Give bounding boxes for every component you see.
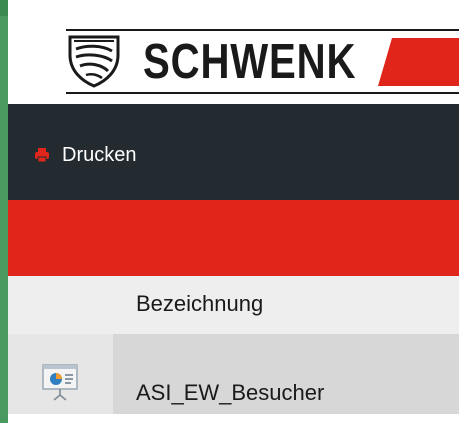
left-accent-top: [0, 0, 8, 16]
print-button-label: Drucken: [62, 143, 137, 166]
bottom-strip: [8, 414, 459, 423]
logo-rule-top: [66, 29, 459, 31]
logo-red-stripe: [378, 38, 459, 86]
column-header-bezeichnung[interactable]: Bezeichnung: [136, 286, 263, 322]
left-accent-bar: [0, 0, 8, 423]
row-name: ASI_EW_Besucher: [136, 380, 325, 405]
logo-rule-bottom: [66, 92, 459, 94]
red-banner: [8, 200, 459, 276]
presentation-icon: [42, 364, 78, 401]
printer-icon: [35, 148, 49, 163]
shield-logo-icon: [68, 35, 120, 88]
print-button[interactable]: Drucken: [34, 140, 136, 170]
logo-wordmark: SCHWENK: [143, 35, 357, 89]
